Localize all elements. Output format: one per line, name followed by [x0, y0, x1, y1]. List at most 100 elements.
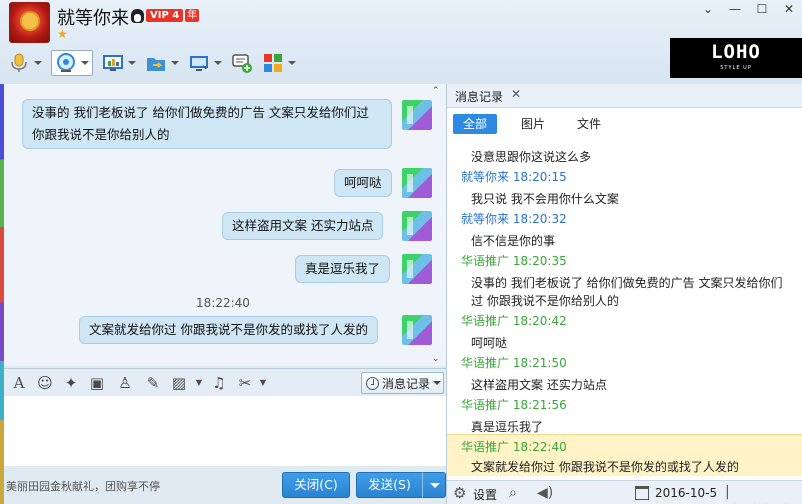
- clock-icon: [366, 376, 379, 390]
- log-message: 没事的 我们老板说了 给你们做免费的广告 文案只发给你们过 你跟我说不是你给别人…: [471, 276, 783, 308]
- apps-button[interactable]: [262, 52, 296, 74]
- chevron-down-icon: [433, 381, 442, 385]
- video-clip-icon[interactable]: ▣: [88, 375, 106, 391]
- file-transfer-button[interactable]: [145, 52, 179, 74]
- video-call-button[interactable]: [51, 50, 93, 76]
- sender-avatar[interactable]: [402, 315, 432, 345]
- screen-share-icon: [102, 52, 124, 74]
- emoji-icon[interactable]: ☺: [36, 375, 54, 391]
- promo-link[interactable]: 美丽田园金秋献礼，团购享不停: [6, 478, 160, 494]
- message-history-button[interactable]: 消息记录: [361, 372, 444, 394]
- remote-assist-button[interactable]: [188, 52, 222, 74]
- voice-call-button[interactable]: [8, 52, 42, 74]
- next-page-icon[interactable]: >: [764, 500, 784, 504]
- chevron-down-icon[interactable]: ⌄: [701, 2, 715, 16]
- chat-message-area[interactable]: ⌃ 没事的 我们老板说了 给你们做免费的广告 文案只发给你们过 你跟我说不是你给…: [4, 84, 446, 366]
- message-input[interactable]: [4, 396, 446, 466]
- call-toolbar: [8, 50, 305, 76]
- history-date[interactable]: 2016-10-5: [655, 486, 717, 500]
- history-footer: ⚙ 设置 ⌕ ◀) 2016-10-5 |<<>>|: [447, 480, 802, 504]
- send-button[interactable]: 发送(S): [356, 472, 422, 498]
- input-toolbar: A ☺ ✦ ▣ ♙ ✎ ▨ ▼ ♫ ✂ ▼ 消息记录: [4, 368, 446, 396]
- close-button[interactable]: 关闭(C): [282, 472, 350, 498]
- vip-year: 年: [185, 9, 200, 22]
- log-sender-header: 华语推广 18:20:35: [461, 254, 567, 268]
- message-history-label: 消息记录: [382, 376, 431, 391]
- sender-avatar[interactable]: [402, 100, 432, 130]
- screen-share-button[interactable]: [102, 52, 136, 74]
- folder-transfer-icon: [145, 52, 167, 74]
- vip-level: VIP 4: [146, 9, 184, 22]
- message-add-icon: [231, 52, 253, 74]
- sender-avatar[interactable]: [402, 168, 432, 198]
- history-pager: |<<>>|: [725, 484, 802, 504]
- chat-bubble: 没事的 我们老板说了 给你们做免费的广告 文案只发给你们过 你跟我说不是你给别人…: [22, 99, 392, 149]
- bottom-bar: 美丽田园金秋献礼，团购享不停 关闭(C) 发送(S): [4, 466, 446, 504]
- prev-page-icon[interactable]: <: [745, 500, 765, 504]
- speaker-icon[interactable]: ◀): [537, 485, 553, 501]
- send-options-dropdown[interactable]: [422, 472, 446, 498]
- chat-bubble: 真是逗乐我了: [295, 255, 391, 283]
- microphone-icon: [8, 52, 30, 74]
- log-sender-header: 华语推广 18:22:40: [461, 440, 567, 454]
- log-message: 真是逗乐我了: [471, 420, 544, 434]
- history-filter-bar: 全部 图片 文件: [447, 110, 802, 138]
- ad-title: LOHO: [711, 41, 761, 63]
- history-tabbar: 消息记录 ✕: [447, 84, 802, 108]
- font-icon[interactable]: A: [10, 375, 28, 391]
- contact-avatar[interactable]: [9, 2, 50, 43]
- search-icon[interactable]: ⌕: [509, 485, 517, 501]
- tab-message-history[interactable]: 消息记录: [455, 88, 503, 105]
- log-sender-header: 就等你来 18:20:32: [461, 212, 567, 226]
- apps-grid-icon: [262, 52, 284, 74]
- log-message: 没意思跟你这说这么多: [471, 150, 592, 164]
- chevron-down-icon[interactable]: ▼: [254, 375, 272, 391]
- filter-images[interactable]: 图片: [511, 114, 555, 134]
- ad-banner[interactable]: LOHO STYLE UP: [670, 38, 802, 78]
- close-icon[interactable]: ✕: [782, 2, 796, 16]
- last-page-icon[interactable]: >|: [784, 500, 802, 504]
- contact-name[interactable]: 就等你来: [57, 4, 129, 30]
- chat-bubble: 呵呵哒: [334, 169, 392, 197]
- vip-badge[interactable]: VIP 4 年: [131, 8, 200, 23]
- filter-files[interactable]: 文件: [567, 114, 611, 134]
- scissors-icon[interactable]: ✂: [236, 375, 254, 391]
- log-message: 文案就发给你过 你跟我说不是你发的或找了人发的: [471, 460, 739, 474]
- calendar-icon[interactable]: [635, 486, 649, 500]
- gear-icon[interactable]: ⚙: [453, 485, 469, 501]
- remote-assist-icon: [188, 52, 210, 74]
- scroll-up-icon[interactable]: ⌃: [432, 86, 440, 96]
- sender-avatar[interactable]: [402, 211, 432, 241]
- star-icon[interactable]: ★: [57, 28, 68, 40]
- history-pane: 消息记录 ✕ 全部 图片 文件 没意思跟你这说这么多 就等你来 18:20:15…: [446, 84, 802, 504]
- edit-icon[interactable]: ✎: [144, 375, 162, 391]
- log-sender-header: 华语推广 18:21:50: [461, 356, 567, 370]
- magic-wand-icon[interactable]: ✦: [62, 375, 80, 391]
- settings-button[interactable]: 设置: [473, 486, 497, 503]
- first-page-icon[interactable]: |<: [725, 484, 745, 504]
- chat-bubble: 文案就发给你过 你跟我说不是你发的或找了人发的: [79, 316, 378, 344]
- image-icon[interactable]: ▨: [170, 375, 188, 391]
- log-message: 呵呵哒: [471, 336, 508, 350]
- maximize-icon[interactable]: ☐: [755, 2, 769, 16]
- filter-all[interactable]: 全部: [453, 114, 498, 134]
- new-message-button[interactable]: [231, 52, 253, 74]
- minimize-icon[interactable]: —: [728, 2, 742, 16]
- chevron-down-icon[interactable]: ▼: [190, 375, 208, 391]
- music-icon[interactable]: ♫: [210, 375, 228, 391]
- ad-subtitle: STYLE UP: [720, 65, 752, 71]
- penguin-icon: [131, 8, 144, 23]
- history-log[interactable]: 没意思跟你这说这么多 就等你来 18:20:15 我只说 我不会用你什么文案 就…: [447, 142, 802, 476]
- sender-avatar[interactable]: [402, 254, 432, 284]
- message-timestamp: 18:22:40: [196, 296, 250, 310]
- scroll-down-icon[interactable]: ⌄: [432, 354, 440, 364]
- log-message: 信不信是你的事: [471, 234, 556, 248]
- voice-message-icon[interactable]: ♙: [116, 375, 134, 391]
- window-controls: ⌄ — ☐ ✕: [701, 2, 796, 16]
- chat-window-header: 就等你来 VIP 4 年 ★ ⌄ — ☐ ✕ LOHO STYLE UP: [0, 0, 802, 84]
- log-message: 我只说 我不会用你什么文案: [471, 192, 619, 206]
- log-message: 这样盗用文案 还实力站点: [471, 378, 607, 392]
- close-icon[interactable]: ✕: [511, 87, 521, 101]
- chat-bubble: 这样盗用文案 还实力站点: [222, 212, 384, 240]
- webcam-icon: [55, 52, 77, 74]
